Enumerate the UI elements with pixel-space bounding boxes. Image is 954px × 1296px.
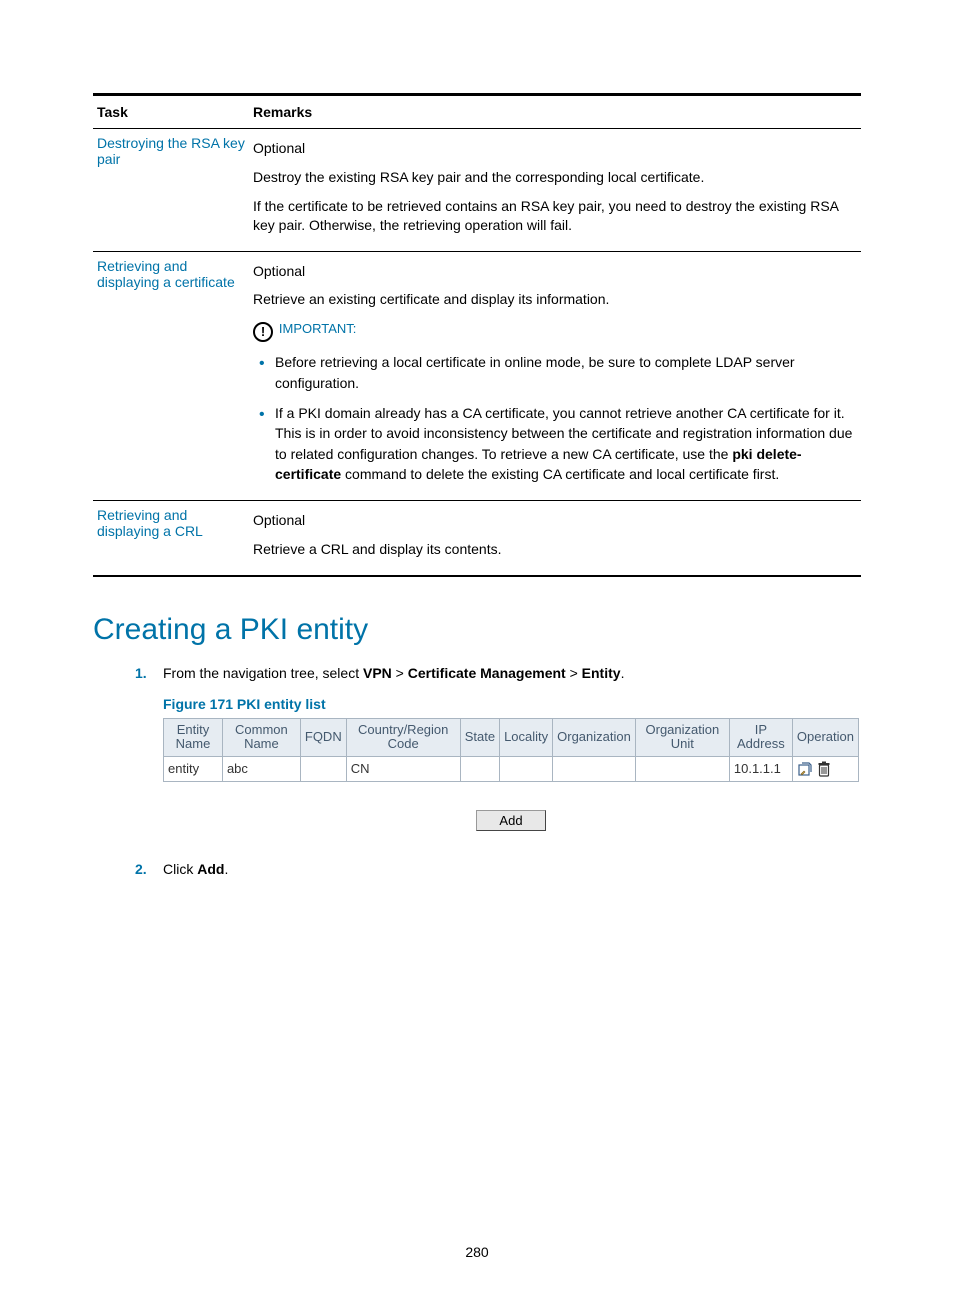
cell-org (553, 756, 636, 782)
step-1: From the navigation tree, select VPN > C… (163, 663, 861, 684)
task-link-retrieve-cert[interactable]: Retrieving and displaying a certificate (97, 258, 235, 290)
cell-locality (500, 756, 553, 782)
hdr-locality: Locality (500, 718, 553, 756)
remarks-row3: Optional Retrieve a CRL and display its … (249, 501, 861, 576)
row2-desc: Retrieve an existing certificate and dis… (253, 290, 857, 309)
hdr-org: Organization (553, 718, 636, 756)
table-row: entity abc CN 10.1.1.1 (164, 756, 859, 782)
hdr-common-name: Common Name (222, 718, 300, 756)
hdr-fqdn: FQDN (300, 718, 346, 756)
page-number: 280 (0, 1244, 954, 1260)
important-bullets: Before retrieving a local certificate in… (253, 352, 857, 484)
important-callout: ! IMPORTANT: (253, 319, 857, 342)
col-header-task: Task (93, 95, 249, 129)
cell-state (460, 756, 499, 782)
cell-org-unit (635, 756, 729, 782)
important-label: IMPORTANT: (279, 321, 357, 336)
section-heading: Creating a PKI entity (93, 613, 861, 647)
cell-common-name: abc (222, 756, 300, 782)
hdr-state: State (460, 718, 499, 756)
row1-optional: Optional (253, 139, 857, 158)
row1-note: If the certificate to be retrieved conta… (253, 197, 857, 235)
task-remarks-table: Task Remarks Destroying the RSA key pair… (93, 93, 861, 577)
pki-entity-table: Entity Name Common Name FQDN Country/Reg… (163, 718, 859, 782)
row3-desc: Retrieve a CRL and display its contents. (253, 540, 857, 559)
task-link-destroy-rsa[interactable]: Destroying the RSA key pair (97, 135, 245, 167)
figure-caption: Figure 171 PKI entity list (163, 696, 861, 712)
cell-entity-name: entity (164, 756, 223, 782)
hdr-operation: Operation (792, 718, 858, 756)
cell-fqdn (300, 756, 346, 782)
row3-optional: Optional (253, 511, 857, 530)
step-2: Click Add. (163, 859, 861, 880)
edit-icon[interactable] (797, 761, 817, 776)
hdr-entity-name: Entity Name (164, 718, 223, 756)
row1-desc: Destroy the existing RSA key pair and th… (253, 168, 857, 187)
trash-icon[interactable] (817, 761, 831, 776)
bullet-1: Before retrieving a local certificate in… (275, 352, 857, 393)
hdr-ip: IP Address (729, 718, 792, 756)
col-header-remarks: Remarks (249, 95, 861, 129)
remarks-row2: Optional Retrieve an existing certificat… (249, 251, 861, 501)
add-button[interactable]: Add (476, 810, 545, 831)
important-icon: ! (253, 322, 273, 342)
bullet-2: If a PKI domain already has a CA certifi… (275, 403, 857, 484)
cell-operation (792, 756, 858, 782)
task-link-retrieve-crl[interactable]: Retrieving and displaying a CRL (97, 507, 203, 539)
hdr-org-unit: Organization Unit (635, 718, 729, 756)
row2-optional: Optional (253, 262, 857, 281)
hdr-country: Country/Region Code (346, 718, 460, 756)
cell-ip: 10.1.1.1 (729, 756, 792, 782)
remarks-row1: Optional Destroy the existing RSA key pa… (249, 129, 861, 252)
cell-country: CN (346, 756, 460, 782)
